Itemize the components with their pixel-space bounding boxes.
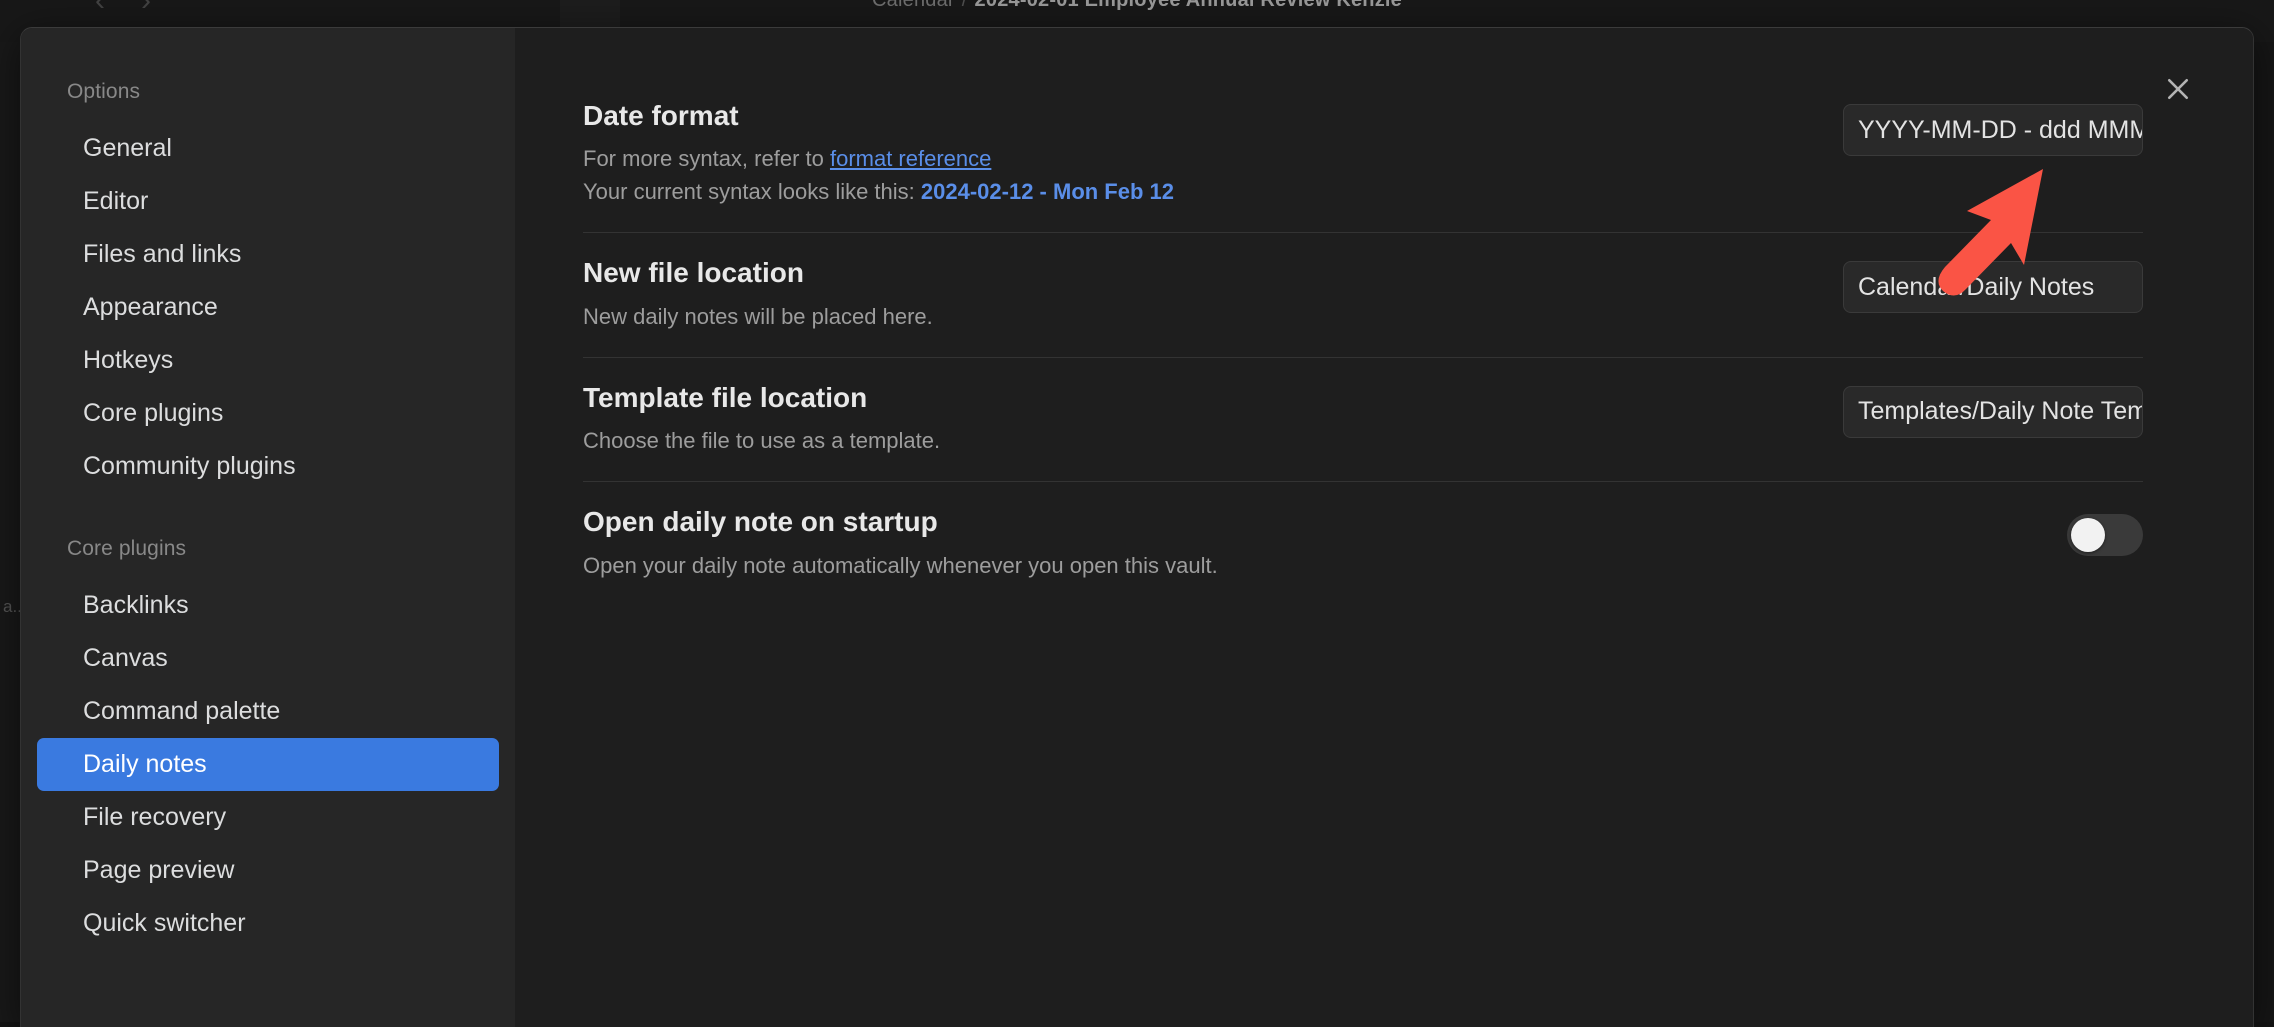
sidebar-item-general[interactable]: General bbox=[37, 122, 499, 175]
setting-row-new-file-location: New file location New daily notes will b… bbox=[583, 233, 2143, 357]
settings-content: Date format For more syntax, refer to fo… bbox=[515, 28, 2253, 1027]
setting-desc-open-daily-note-on-startup: Open your daily note automatically whene… bbox=[583, 549, 1218, 582]
breadcrumb-separator: / bbox=[962, 0, 968, 11]
current-syntax-sample: 2024-02-12 - Mon Feb 12 bbox=[921, 179, 1174, 204]
sidebar-item-appearance[interactable]: Appearance bbox=[37, 281, 499, 334]
desc-text-line2: Your current syntax looks like this: bbox=[583, 179, 921, 204]
sidebar-item-daily-notes[interactable]: Daily notes bbox=[37, 738, 499, 791]
setting-name-new-file-location: New file location bbox=[583, 255, 933, 291]
open-daily-note-on-startup-toggle[interactable] bbox=[2067, 514, 2143, 556]
sidebar-item-backlinks[interactable]: Backlinks bbox=[37, 579, 499, 632]
sidebar-item-file-recovery[interactable]: File recovery bbox=[37, 791, 499, 844]
sidebar-item-files-and-links[interactable]: Files and links bbox=[37, 228, 499, 281]
format-reference-link[interactable]: format reference bbox=[830, 146, 991, 171]
setting-control: Templates/Daily Note Template bbox=[1843, 380, 2143, 438]
sidebar-item-page-preview[interactable]: Page preview bbox=[37, 844, 499, 897]
setting-desc-template-file-location: Choose the file to use as a template. bbox=[583, 424, 940, 457]
sidebar-group-title-options: Options bbox=[21, 80, 515, 104]
template-file-location-input[interactable]: Templates/Daily Note Template bbox=[1843, 386, 2143, 438]
setting-info: Date format For more syntax, refer to fo… bbox=[583, 98, 1174, 208]
sidebar-item-quick-switcher[interactable]: Quick switcher bbox=[37, 897, 499, 950]
new-file-location-input[interactable]: Calendar/Daily Notes bbox=[1843, 261, 2143, 313]
setting-name-open-daily-note-on-startup: Open daily note on startup bbox=[583, 504, 1218, 540]
settings-modal: Options General Editor Files and links A… bbox=[20, 27, 2254, 1027]
breadcrumb-current: 2024-02-01 Employee Annual Review Kenzie bbox=[975, 0, 1402, 11]
sidebar-group-title-core-plugins: Core plugins bbox=[21, 537, 515, 561]
setting-name-template-file-location: Template file location bbox=[583, 380, 940, 416]
setting-desc-date-format: For more syntax, refer to format referen… bbox=[583, 142, 1174, 208]
toggle-knob bbox=[2071, 518, 2105, 552]
sidebar-item-command-palette[interactable]: Command palette bbox=[37, 685, 499, 738]
close-icon[interactable] bbox=[2155, 66, 2201, 112]
sidebar-item-hotkeys[interactable]: Hotkeys bbox=[37, 334, 499, 387]
setting-name-date-format: Date format bbox=[583, 98, 1174, 134]
setting-control bbox=[2067, 504, 2143, 556]
breadcrumb: Calendar / 2024-02-01 Employee Annual Revi… bbox=[0, 0, 2274, 12]
date-format-input[interactable]: YYYY-MM-DD - ddd MMM DD bbox=[1843, 104, 2143, 156]
setting-row-open-daily-note-on-startup: Open daily note on startup Open your dai… bbox=[583, 482, 2143, 605]
setting-info: Template file location Choose the file t… bbox=[583, 380, 940, 457]
setting-info: Open daily note on startup Open your dai… bbox=[583, 504, 1218, 581]
sidebar-item-core-plugins[interactable]: Core plugins bbox=[37, 387, 499, 440]
setting-control: Calendar/Daily Notes bbox=[1843, 255, 2143, 313]
setting-row-template-file-location: Template file location Choose the file t… bbox=[583, 358, 2143, 482]
setting-info: New file location New daily notes will b… bbox=[583, 255, 933, 332]
setting-row-date-format: Date format For more syntax, refer to fo… bbox=[583, 76, 2143, 233]
breadcrumb-parent[interactable]: Calendar bbox=[872, 0, 955, 11]
sidebar-item-canvas[interactable]: Canvas bbox=[37, 632, 499, 685]
desc-text-prefix: For more syntax, refer to bbox=[583, 146, 830, 171]
sidebar-item-editor[interactable]: Editor bbox=[37, 175, 499, 228]
settings-sidebar: Options General Editor Files and links A… bbox=[21, 28, 515, 1027]
setting-control: YYYY-MM-DD - ddd MMM DD bbox=[1843, 98, 2143, 156]
setting-desc-new-file-location: New daily notes will be placed here. bbox=[583, 300, 933, 333]
sidebar-item-community-plugins[interactable]: Community plugins bbox=[37, 440, 499, 493]
